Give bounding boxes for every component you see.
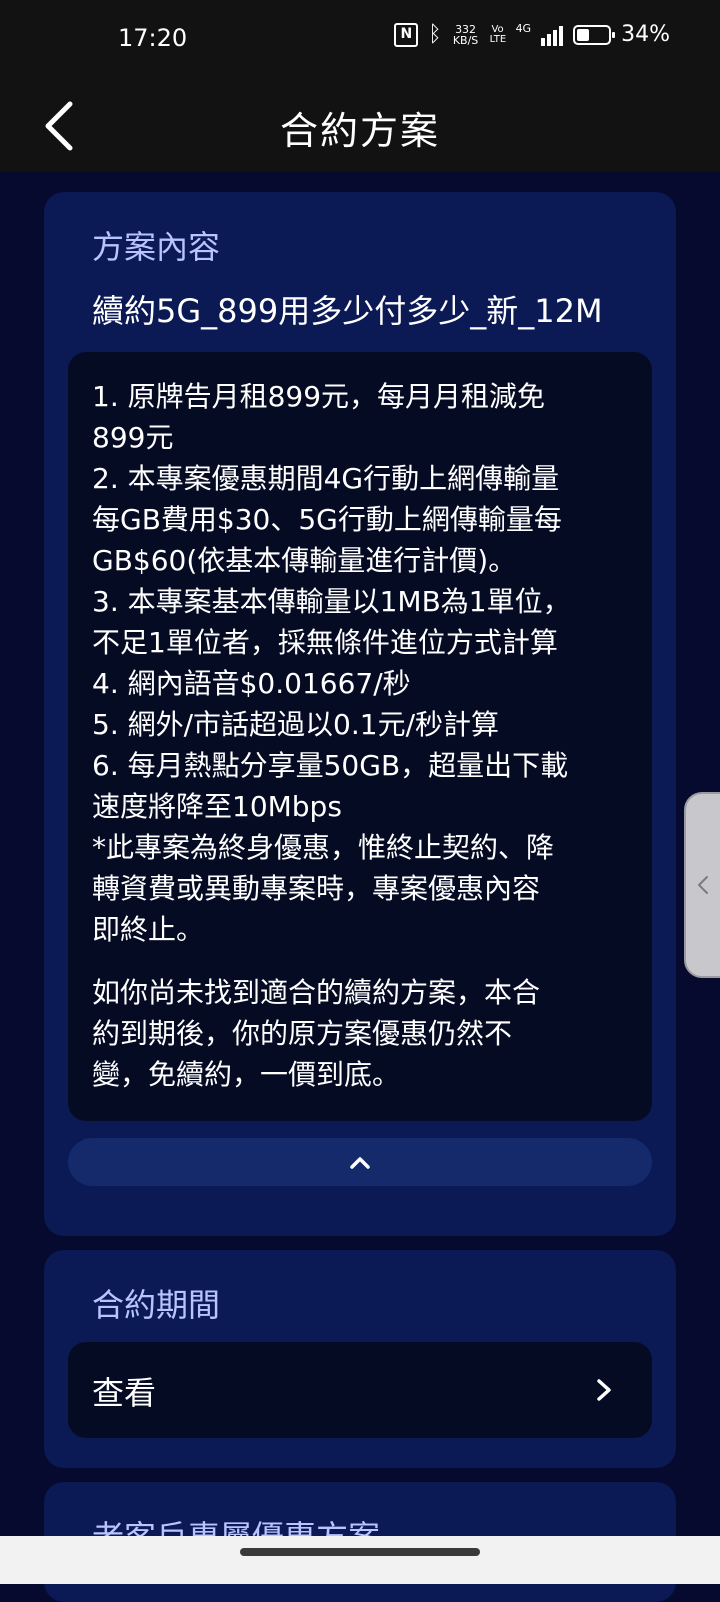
network-speed: 332 KB/S (452, 24, 480, 46)
signal-icon (541, 24, 564, 46)
detail-line: 4. 網內語音$0.01667/秒 (92, 667, 411, 700)
system-nav-bar (0, 1536, 720, 1584)
chevron-up-icon (350, 1157, 370, 1169)
detail-line: 速度將降至10Mbps (92, 790, 342, 823)
detail-line: 即終止。 (92, 913, 205, 946)
detail-line: 每GB費用$30、5G行動上網傳輸量每 (92, 503, 562, 536)
detail-line: 2. 本專案優惠期間4G行動上網傳輸量 (92, 462, 560, 495)
detail-line: 6. 每月熱點分享量50GB，超量出下載 (92, 749, 569, 782)
home-indicator[interactable] (240, 1548, 480, 1556)
detail-line: 5. 網外/市話超過以0.1元/秒計算 (92, 708, 500, 741)
contract-period-card: 合約期間 查看 (44, 1250, 676, 1468)
plan-detail-box: 1. 原牌告月租899元，每月月租減免 899元 2. 本專案優惠期間4G行動上… (68, 352, 652, 1121)
note-line: 約到期後，你的原方案優惠仍然不 (92, 1017, 513, 1050)
detail-line: 轉資費或異動專案時，專案優惠內容 (92, 872, 541, 905)
detail-line: 不足1單位者，採無條件進位方式計算 (92, 626, 558, 659)
note-line: 變，免續約，一價到底。 (92, 1058, 401, 1091)
nfc-icon: N (394, 22, 419, 47)
status-time: 17:20 (118, 24, 188, 52)
view-contract-period-button[interactable]: 查看 (68, 1342, 652, 1438)
collapse-details-button[interactable] (68, 1138, 652, 1186)
speed-unit: KB/S (452, 33, 479, 47)
detail-line: GB$60(依基本傳輸量進行計價)。 (92, 544, 517, 577)
renewal-note: 如你尚未找到適合的續約方案，本合 約到期後，你的原方案優惠仍然不 變，免續約，一… (92, 972, 628, 1095)
chevron-right-icon (597, 1379, 611, 1401)
battery-icon (573, 24, 616, 45)
page-title: 合約方案 (279, 109, 440, 153)
battery-percent: 34% (621, 22, 670, 47)
bluetooth-icon: ᛒ (428, 21, 442, 47)
view-label: 查看 (92, 1374, 157, 1412)
plan-content-heading: 方案內容 (92, 228, 221, 266)
detail-line: *此專案為終身優惠，惟終止契約、降 (92, 831, 555, 864)
plan-content-card: 方案內容 續約5G_899用多少付多少_新_12M 1. 原牌告月租899元，每… (44, 192, 676, 1236)
status-bar: 17:20 N ᛒ 332 KB/S Vo LTE 4G 34% (0, 0, 720, 80)
detail-line: 3. 本專案基本傳輸量以1MB為1單位， (92, 585, 571, 618)
volte-indicator: Vo LTE (489, 23, 507, 45)
detail-line: 899元 (92, 421, 174, 454)
note-line: 如你尚未找到適合的續約方案，本合 (92, 976, 541, 1009)
chevron-left-icon (698, 876, 708, 894)
detail-line: 1. 原牌告月租899元，每月月租減免 (92, 380, 546, 413)
side-panel-handle[interactable] (684, 792, 720, 978)
app-bar: 合約方案 (0, 80, 720, 172)
battery-fill (577, 28, 589, 41)
contract-period-heading: 合約期間 (92, 1286, 221, 1324)
network-type: 4G (515, 22, 532, 35)
plan-name: 續約5G_899用多少付多少_新_12M (92, 292, 603, 330)
status-icons: N ᛒ 332 KB/S Vo LTE 4G 34% (394, 22, 670, 47)
